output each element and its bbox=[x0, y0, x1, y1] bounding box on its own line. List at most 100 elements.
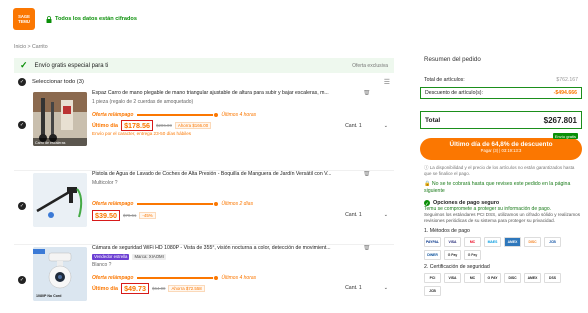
discount-row: Descuento de artículo(s): -$494.666 bbox=[420, 87, 582, 99]
availability-note: ⓘ La disponibilidad y el precio de los a… bbox=[420, 165, 582, 177]
availability-text: La disponibilidad y el precio de los art… bbox=[424, 165, 575, 176]
item-price: $178.56 bbox=[121, 120, 154, 131]
flash-sale-line: Oferta relámpago Últimos 2 días bbox=[92, 201, 253, 207]
item-price: $49.73 bbox=[121, 283, 150, 294]
flash-time: Últimos 4 horas bbox=[221, 275, 257, 281]
google-pay-icon: G Pay bbox=[464, 250, 481, 260]
item-price: $39.50 bbox=[92, 210, 120, 221]
amex-safekey-icon: AMEX bbox=[524, 273, 541, 283]
flash-time: Últimos 2 días bbox=[221, 201, 254, 207]
total-value: $267.801 bbox=[543, 115, 577, 125]
trash-icon[interactable]: 🗑 bbox=[363, 171, 371, 178]
flash-label: Oferta relámpago bbox=[92, 275, 134, 281]
item-variant[interactable]: 1 pieza (regalo de 2 cuerdas de amoqueta… bbox=[92, 99, 392, 105]
item-variant[interactable]: Blanco ? bbox=[92, 262, 392, 268]
quantity-label: Cant. 1 bbox=[345, 212, 362, 218]
breadcrumb[interactable]: Inicio > Carrito bbox=[14, 44, 48, 50]
jcb-icon: JCB bbox=[544, 237, 561, 247]
last-day-label: Último día bbox=[92, 285, 119, 292]
product-image[interactable] bbox=[33, 173, 87, 227]
chevron-down-icon: ⌄ bbox=[383, 123, 388, 129]
cart-item: ✓ Pistola de Agua de Lavado de Coches de… bbox=[14, 171, 394, 245]
checkout-button-label: Último día de 64,8% de descuento bbox=[449, 141, 553, 148]
quantity-select[interactable]: Cant. 1 ⌄ bbox=[345, 212, 388, 218]
thumb-caption: 1080P No Cord bbox=[36, 294, 62, 298]
select-all-row[interactable]: ✓ Seleccionar todo (3) ☰ bbox=[14, 73, 394, 90]
total-label: Total bbox=[425, 116, 441, 124]
temu-logo[interactable]: SAGE TEMU bbox=[13, 8, 35, 30]
quantity-label: Cant. 1 bbox=[345, 123, 362, 129]
price-line: Último día $49.73 $64.00 Ahorra $72.558 bbox=[92, 283, 205, 294]
cart-list: ✓ Envío gratis especial para ti Oferta e… bbox=[14, 58, 394, 313]
quantity-select[interactable]: Cant. 1 ⌄ bbox=[345, 123, 388, 129]
item-checkbox[interactable]: ✓ bbox=[18, 276, 26, 284]
items-total-label: Total de artículos: bbox=[424, 76, 465, 83]
save-badge: -45% bbox=[139, 212, 156, 219]
old-price: $64.00 bbox=[152, 286, 166, 291]
flash-label: Oferta relámpago bbox=[92, 201, 134, 207]
thumb-caption: Carro de escaleras bbox=[35, 141, 66, 145]
promo-text: Envío gratis especial para ti bbox=[34, 62, 109, 69]
hand-truck-image bbox=[33, 92, 87, 146]
lock-icon bbox=[46, 15, 52, 23]
order-summary: Resumen del pedido Total de artículos: $… bbox=[420, 56, 582, 296]
paypal-icon: PAYPAL bbox=[424, 237, 441, 247]
flash-label: Oferta relámpago bbox=[92, 112, 134, 118]
item-title[interactable]: Cámara de seguridad WiFi HD 1080P - Vist… bbox=[92, 245, 392, 252]
save-badge: Ahorra $166.00 bbox=[174, 122, 212, 129]
delivery-note: Envío por el caracter, entrega 23-50 día… bbox=[92, 131, 192, 136]
item-title-text: Pistola de Agua de Lavado de Coches de A… bbox=[92, 171, 332, 177]
item-badges: Vendedor estrella Marca: XIAOMI bbox=[92, 253, 392, 260]
checkout-button[interactable]: Envío gratis Último día de 64,8% de desc… bbox=[420, 133, 582, 160]
secure-banner: Todos los datos están cifrados bbox=[46, 15, 137, 23]
quantity-select[interactable]: Cant. 1 ⌄ bbox=[345, 285, 388, 291]
apple-pay-icon: G Pay bbox=[444, 250, 461, 260]
pci-badge-icon: PCI bbox=[424, 273, 441, 283]
free-shipping-banner: ✓ Envío gratis especial para ti Oferta e… bbox=[14, 58, 394, 73]
checkout-button-sub: Pagar (3) | 03:19:13:3 bbox=[480, 148, 522, 153]
last-day-label: Último día bbox=[92, 122, 119, 129]
no-charge-note: 🔒 No se te cobrará hasta que revises est… bbox=[420, 181, 582, 194]
brand-badge: Marca: XIAOMI bbox=[132, 253, 166, 260]
secure-payment-body: Temu se compromete a proteger su informa… bbox=[420, 206, 582, 224]
trash-icon[interactable]: 🗑 bbox=[363, 245, 371, 252]
visa-icon: VISA bbox=[444, 237, 461, 247]
items-total-value: $762.167 bbox=[556, 76, 578, 83]
item-title[interactable]: Espaz Carro de mano plegable de mano tri… bbox=[92, 90, 392, 97]
item-checkbox[interactable]: ✓ bbox=[18, 202, 26, 210]
item-variant[interactable]: Multicolor ? bbox=[92, 180, 392, 186]
visa-secure-icon: VISA bbox=[444, 273, 461, 283]
dss-badge-icon: DSS bbox=[544, 273, 561, 283]
quantity-label: Cant. 1 bbox=[345, 285, 362, 291]
lock-icon: 🔒 bbox=[424, 181, 432, 187]
flash-time: Últimos 4 horas bbox=[221, 112, 257, 118]
select-all-checkbox[interactable]: ✓ bbox=[18, 77, 26, 86]
old-price: $206.00 bbox=[156, 123, 172, 128]
diners-icon: DINER bbox=[424, 250, 441, 260]
list-icon[interactable]: ☰ bbox=[384, 78, 390, 86]
item-info: Pistola de Agua de Lavado de Coches de A… bbox=[92, 171, 392, 221]
amex-icon: AMEX bbox=[504, 237, 521, 247]
summary-title: Resumen del pedido bbox=[424, 56, 481, 63]
select-all-label: Seleccionar todo (3) bbox=[32, 78, 84, 85]
item-title[interactable]: Pistola de Agua de Lavado de Coches de A… bbox=[92, 171, 392, 178]
check-icon: ✓ bbox=[20, 60, 28, 70]
gpay-badge-icon: G PAY bbox=[484, 273, 501, 283]
payment-methods-title: 1. Métodos de pago bbox=[424, 228, 470, 234]
flash-progress-bar bbox=[137, 201, 220, 207]
chevron-down-icon: ⌄ bbox=[383, 212, 388, 218]
old-price: $79.61 bbox=[122, 213, 137, 218]
item-checkbox[interactable]: ✓ bbox=[18, 121, 26, 129]
discover-protect-icon: DISC bbox=[504, 273, 521, 283]
flash-sale-line: Oferta relámpago Últimos 4 horas bbox=[92, 112, 256, 118]
product-image[interactable]: Carro de escaleras bbox=[33, 92, 87, 146]
mc-id-check-icon: MC bbox=[464, 273, 481, 283]
trash-icon[interactable]: 🗑 bbox=[363, 90, 371, 97]
product-image[interactable]: 1080P No Cord bbox=[33, 247, 87, 301]
maestro-icon: MAES bbox=[484, 237, 501, 247]
save-badge: Ahorra $72.558 bbox=[168, 285, 205, 292]
security-certs: PCI VISA MC G PAY DISC AMEX DSS JCB bbox=[420, 273, 580, 296]
total-row: Total $267.801 bbox=[420, 111, 582, 129]
cart-item: ✓ 1080P No Cord Cámara de seguridad WiFi… bbox=[14, 245, 394, 313]
payment-methods: PAYPAL VISA MC MAES AMEX DISC JCB DINER … bbox=[420, 237, 580, 260]
